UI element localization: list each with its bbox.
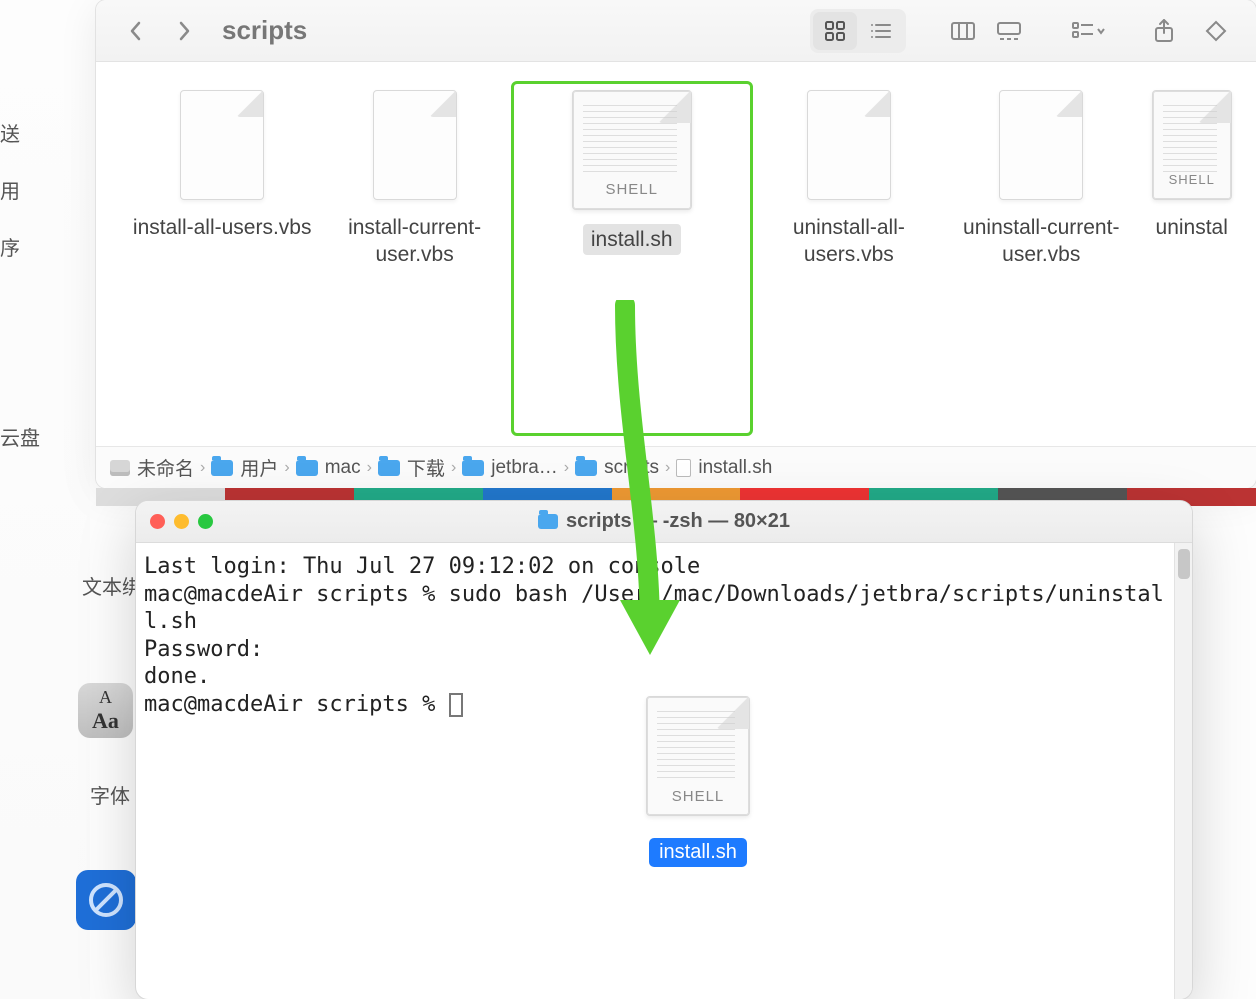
shell-file-icon: SHELL: [1152, 90, 1232, 200]
shell-badge: SHELL: [605, 180, 658, 200]
group-by-button[interactable]: [1066, 12, 1110, 50]
finder-toolbar: scripts: [96, 0, 1256, 62]
sidebar-text: 送: [0, 118, 20, 147]
minimize-button[interactable]: [174, 514, 189, 529]
finder-title: scripts: [222, 15, 307, 46]
path-crumb[interactable]: scripts: [575, 457, 659, 479]
desktop-label: 字体: [90, 780, 130, 809]
terminal-window: scripts — -zsh — 80×21 Last login: Thu J…: [136, 501, 1192, 999]
folder-icon: [211, 460, 233, 476]
path-label: mac: [325, 457, 361, 479]
tags-button[interactable]: [1194, 12, 1238, 50]
file-label: uninstall-current-user.vbs: [945, 214, 1137, 269]
file-item[interactable]: SHELL uninstal: [1137, 90, 1246, 436]
terminal-prompt: mac@macdeAir scripts %: [144, 692, 449, 717]
desktop-label: 文本绑: [82, 571, 142, 600]
terminal-title: scripts — -zsh — 80×21: [136, 510, 1192, 533]
folder-icon: [378, 460, 400, 476]
finder-path-bar: 未命名› 用户› mac› 下载› jetbra…› scripts› inst…: [96, 446, 1256, 488]
file-item[interactable]: install-all-users.vbs: [126, 90, 318, 436]
finder-content-area[interactable]: install-all-users.vbs install-current-us…: [96, 62, 1256, 446]
path-crumb[interactable]: 未命名: [110, 454, 194, 481]
folder-icon: [575, 460, 597, 476]
sidebar-text: 用: [0, 175, 20, 204]
file-label: install-current-user.vbs: [318, 214, 510, 269]
finder-window: scripts: [96, 0, 1256, 488]
terminal-line: done.: [144, 664, 210, 689]
background-sidebar: 送 用 序 云盘: [0, 0, 90, 999]
view-columns-button[interactable]: [941, 12, 985, 50]
folder-icon: [538, 514, 558, 529]
terminal-title-text: scripts — -zsh — 80×21: [566, 510, 790, 533]
file-item[interactable]: uninstall-current-user.vbs: [945, 90, 1137, 436]
view-icons-button[interactable]: [813, 12, 857, 50]
path-crumb[interactable]: 用户: [211, 454, 278, 481]
disk-icon: [110, 460, 130, 476]
file-label: uninstal: [1156, 214, 1228, 241]
folder-icon: [296, 460, 318, 476]
file-item[interactable]: install-current-user.vbs: [318, 90, 510, 436]
terminal-line: Last login: Thu Jul 27 09:12:02 on conso…: [144, 554, 700, 579]
path-label: 未命名: [137, 454, 194, 481]
file-label: install-all-users.vbs: [133, 214, 312, 241]
back-button[interactable]: [114, 12, 158, 50]
blocked-app-icon[interactable]: [76, 870, 136, 930]
path-label: 用户: [240, 454, 278, 481]
terminal-titlebar[interactable]: scripts — -zsh — 80×21: [136, 501, 1192, 543]
view-gallery-button[interactable]: [987, 12, 1031, 50]
file-icon: [807, 90, 891, 200]
file-icon: [180, 90, 264, 200]
path-label: jetbra…: [491, 457, 558, 479]
forward-button[interactable]: [162, 12, 206, 50]
terminal-scrollbar[interactable]: [1174, 543, 1192, 999]
share-button[interactable]: [1142, 12, 1186, 50]
file-label: uninstall-all-users.vbs: [753, 214, 945, 269]
folder-icon: [462, 460, 484, 476]
file-item[interactable]: uninstall-all-users.vbs: [753, 90, 945, 436]
file-item-selected[interactable]: SHELL install.sh: [511, 81, 753, 436]
shell-badge: SHELL: [1169, 172, 1215, 189]
view-list-button[interactable]: [859, 12, 903, 50]
font-book-app-icon[interactable]: AAa: [78, 683, 133, 738]
path-crumb[interactable]: mac: [296, 457, 361, 479]
file-icon: [999, 90, 1083, 200]
cursor-icon: [449, 693, 463, 717]
sidebar-text: 序: [0, 232, 20, 261]
path-label: install.sh: [698, 457, 772, 479]
terminal-line: Password:: [144, 637, 263, 662]
file-icon: [373, 90, 457, 200]
path-crumb[interactable]: 下载: [378, 454, 445, 481]
path-crumb[interactable]: install.sh: [676, 457, 772, 479]
terminal-prompt: mac@macdeAir scripts %: [144, 582, 449, 607]
path-crumb[interactable]: jetbra…: [462, 457, 558, 479]
path-label: scripts: [604, 457, 659, 479]
file-label: install.sh: [583, 224, 681, 255]
sidebar-text: 云盘: [0, 422, 40, 451]
doc-icon: [676, 459, 691, 477]
close-button[interactable]: [150, 514, 165, 529]
window-controls: [150, 514, 213, 529]
shell-file-icon: SHELL: [572, 90, 692, 210]
path-label: 下载: [407, 454, 445, 481]
terminal-body[interactable]: Last login: Thu Jul 27 09:12:02 on conso…: [136, 543, 1192, 999]
zoom-button[interactable]: [198, 514, 213, 529]
